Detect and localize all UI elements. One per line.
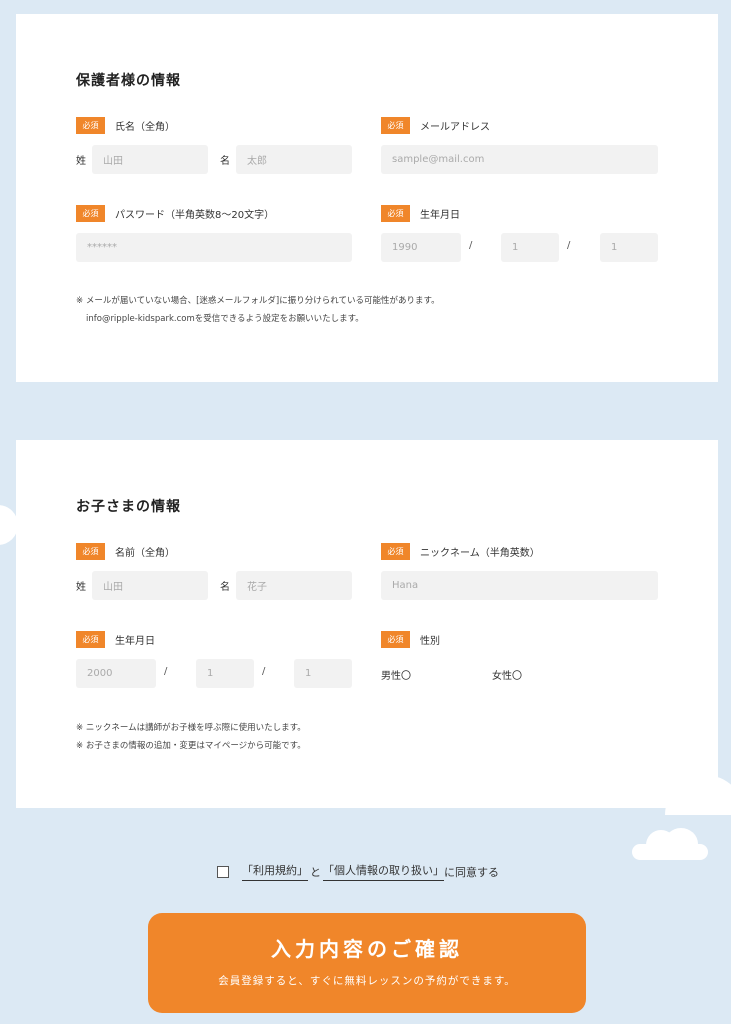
last-name-prefix: 姓 <box>76 156 86 167</box>
child-last-name-input[interactable]: 山田 <box>92 571 208 600</box>
child-name-label: 必須 名前（全角） <box>76 542 175 560</box>
child-section-title: お子さまの情報 <box>76 499 181 515</box>
guardian-section-title: 保護者様の情報 <box>76 73 181 89</box>
date-separator: / <box>262 666 266 677</box>
password-label: 必須 パスワード（半角英数8〜20文字） <box>76 204 274 222</box>
required-badge: 必須 <box>381 542 410 560</box>
guardian-note-2: info@ripple-kidspark.comを受信できるよう設定をお願いいた… <box>86 314 364 324</box>
guardian-last-name-input[interactable]: 山田 <box>92 145 208 174</box>
required-badge: 必須 <box>76 542 105 560</box>
required-badge: 必須 <box>76 630 105 648</box>
privacy-link[interactable]: 「個人情報の取り扱い」 <box>323 862 444 881</box>
required-badge: 必須 <box>381 116 410 134</box>
required-badge: 必須 <box>381 630 410 648</box>
child-birth-month-input[interactable]: 1 <box>196 659 254 688</box>
date-separator: / <box>164 666 168 677</box>
gender-label: 必須 性別 <box>381 630 440 648</box>
gender-male-radio[interactable]: 男性〇 <box>381 667 411 682</box>
confirm-button-label: 入力内容のご確認 <box>271 937 463 961</box>
required-badge: 必須 <box>381 204 410 222</box>
guardian-birth-year-input[interactable]: 1990 <box>381 233 461 262</box>
guardian-birth-day-input[interactable]: 1 <box>600 233 658 262</box>
child-name-label-text: 名前（全角） <box>115 547 175 559</box>
agreement-suffix: に同意する <box>444 865 499 879</box>
confirm-button[interactable]: 入力内容のご確認 会員登録すると、すぐに無料レッスンの予約ができます。 <box>148 913 586 1013</box>
child-note-2: ※ お子さまの情報の追加・変更はマイページから可能です。 <box>76 741 306 751</box>
guardian-info-card: 保護者様の情報 必須 氏名（全角） 姓 山田 名 太郎 必須 メールアドレス s… <box>16 14 718 382</box>
cloud-small-decoration <box>632 828 708 860</box>
child-birth-day-input[interactable]: 1 <box>294 659 352 688</box>
last-name-prefix: 姓 <box>76 582 86 593</box>
nickname-label-text: ニックネーム（半角英数） <box>420 547 540 559</box>
required-badge: 必須 <box>76 116 105 134</box>
child-info-card: お子さまの情報 必須 名前（全角） 姓 山田 名 花子 必須 ニックネーム（半角… <box>16 440 718 808</box>
agreement-checkbox[interactable] <box>217 865 229 878</box>
nickname-input[interactable]: Hana <box>381 571 658 600</box>
child-note-1: ※ ニックネームは講師がお子様を呼ぶ際に使用いたします。 <box>76 723 306 733</box>
password-label-text: パスワード（半角英数8〜20文字） <box>115 209 275 221</box>
date-separator: / <box>567 240 571 251</box>
child-birth-year-input[interactable]: 2000 <box>76 659 156 688</box>
confirm-button-subtext: 会員登録すると、すぐに無料レッスンの予約ができます。 <box>218 975 516 987</box>
nickname-label: 必須 ニックネーム（半角英数） <box>381 542 540 560</box>
email-input[interactable]: sample@mail.com <box>381 145 658 174</box>
email-label-text: メールアドレス <box>420 121 490 133</box>
agreement-row: 「利用規約」 と 「個人情報の取り扱い」 に同意する <box>217 862 499 881</box>
guardian-birth-month-input[interactable]: 1 <box>501 233 559 262</box>
agreement-and: と <box>310 865 321 879</box>
guardian-first-name-input[interactable]: 太郎 <box>236 145 352 174</box>
password-input[interactable]: ****** <box>76 233 352 262</box>
child-birthday-label-text: 生年月日 <box>115 635 155 647</box>
terms-link[interactable]: 「利用規約」 <box>242 862 308 881</box>
child-birthday-label: 必須 生年月日 <box>76 630 155 648</box>
guardian-birthday-label-text: 生年月日 <box>420 209 460 221</box>
first-name-prefix: 名 <box>220 582 230 593</box>
required-badge: 必須 <box>76 204 105 222</box>
email-label: 必須 メールアドレス <box>381 116 490 134</box>
first-name-prefix: 名 <box>220 156 230 167</box>
guardian-note-1: ※ メールが届いていない場合、[迷惑メールフォルダ]に振り分けられている可能性が… <box>76 296 440 306</box>
guardian-name-label-text: 氏名（全角） <box>115 121 175 133</box>
gender-label-text: 性別 <box>420 635 440 647</box>
guardian-birthday-label: 必須 生年月日 <box>381 204 460 222</box>
gender-female-radio[interactable]: 女性〇 <box>492 667 522 682</box>
guardian-name-label: 必須 氏名（全角） <box>76 116 175 134</box>
date-separator: / <box>469 240 473 251</box>
child-first-name-input[interactable]: 花子 <box>236 571 352 600</box>
